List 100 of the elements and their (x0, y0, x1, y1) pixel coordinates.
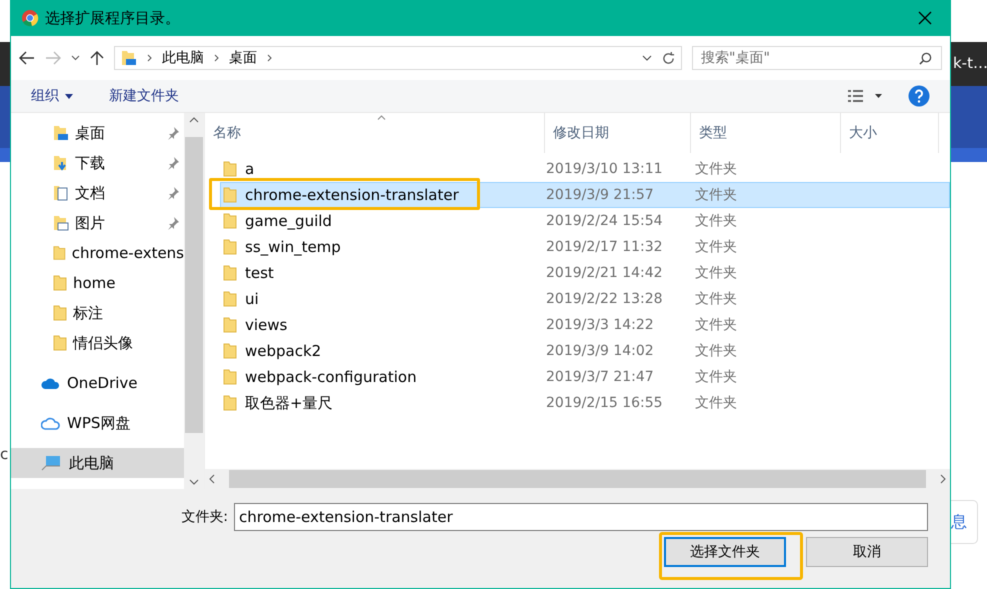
caret-icon (65, 94, 73, 98)
sidebar-item[interactable]: 桌面 (11, 118, 184, 148)
search-field[interactable]: 搜索"桌面" (692, 46, 942, 70)
file-date: 2019/3/9 21:57 (546, 187, 655, 203)
folder-icon (223, 239, 237, 255)
scroll-up-icon[interactable] (189, 117, 199, 123)
scroll-down-icon[interactable] (189, 479, 199, 485)
file-row[interactable]: ui 2019/2/22 13:28 文件夹 (220, 286, 950, 312)
folder-icon (223, 291, 237, 307)
sidebar-item[interactable]: 文档 (11, 178, 184, 208)
folder-icon (223, 265, 237, 281)
breadcrumb[interactable]: 此电脑 (162, 49, 204, 67)
file-type: 文件夹 (695, 238, 738, 256)
sidebar-item[interactable]: 图片 (11, 208, 184, 238)
sidebar-label: 桌面 (75, 124, 105, 142)
sidebar-label: 此电脑 (69, 454, 114, 472)
file-type: 文件夹 (695, 160, 738, 178)
up-arrow-icon[interactable] (90, 50, 104, 66)
chevron-icon (147, 54, 152, 62)
scrollbar[interactable] (184, 113, 204, 489)
file-name: 取色器+量尺 (245, 394, 333, 412)
sidebar-item[interactable]: home (11, 268, 184, 298)
file-row[interactable]: game_guild 2019/2/24 15:54 文件夹 (220, 208, 950, 234)
cancel-button[interactable]: 取消 (806, 537, 928, 567)
refresh-icon[interactable] (662, 52, 675, 64)
file-name: webpack-configuration (245, 368, 417, 386)
file-type: 文件夹 (695, 264, 738, 282)
file-name: ss_win_temp (245, 238, 341, 256)
file-type: 文件夹 (695, 316, 738, 334)
column-header[interactable]: 大小 (841, 113, 939, 153)
sidebar-label: WPS网盘 (67, 414, 130, 432)
sidebar-item[interactable]: 情侣头像 (11, 328, 184, 358)
file-date: 2019/3/3 14:22 (546, 317, 655, 333)
sidebar-item[interactable]: 下载 (11, 148, 184, 178)
folder-icon (223, 187, 237, 203)
folder-icon (223, 317, 237, 333)
file-name: a (245, 160, 254, 178)
window-title: 选择扩展程序目录。 (45, 8, 181, 28)
sidebar-label: 情侣头像 (73, 334, 133, 352)
file-row[interactable]: webpack2 2019/3/9 14:02 文件夹 (220, 338, 950, 364)
sidebar-item[interactable]: WPS网盘 (11, 408, 184, 438)
sidebar-item[interactable]: 标注 (11, 298, 184, 328)
organize-button[interactable]: 组织 (31, 87, 73, 105)
cloud-icon (41, 416, 61, 430)
select-folder-button[interactable]: 选择文件夹 (664, 537, 786, 567)
page-text: k-t… (953, 54, 987, 72)
sidebar-item[interactable]: 此电脑 (11, 448, 184, 478)
document-folder-icon (53, 185, 69, 201)
folder-icon (53, 275, 67, 291)
file-name: ui (245, 290, 259, 308)
file-type: 文件夹 (695, 394, 738, 412)
download-folder-icon (53, 155, 69, 171)
file-type: 文件夹 (695, 186, 738, 204)
sidebar-item[interactable]: OneDrive (11, 368, 184, 398)
column-header[interactable]: 修改日期 (545, 113, 691, 153)
file-name: chrome-extension-translater (245, 186, 459, 204)
file-row[interactable]: webpack-configuration 2019/3/7 21:47 文件夹 (220, 364, 950, 390)
file-date: 2019/2/15 16:55 (546, 395, 664, 411)
page-text: c (0, 445, 8, 463)
file-name: webpack2 (245, 342, 322, 360)
file-date: 2019/2/21 14:42 (546, 265, 664, 281)
dropdown-caret-icon[interactable] (642, 55, 652, 61)
folder-icon (53, 335, 67, 351)
field-label: 文件夹: (181, 508, 228, 526)
file-type: 文件夹 (695, 290, 738, 308)
chevron-icon (267, 54, 272, 62)
file-row[interactable]: a 2019/3/10 13:11 文件夹 (220, 156, 950, 182)
new-folder-button[interactable]: 新建文件夹 (109, 87, 179, 105)
folder-field[interactable]: chrome-extension-translater (234, 503, 928, 531)
cloud-icon (41, 376, 61, 390)
sidebar-label: 标注 (73, 304, 103, 322)
pictures-folder-icon (53, 215, 69, 231)
search-icon (919, 52, 932, 65)
back-arrow-icon[interactable] (19, 51, 35, 65)
folder-icon (223, 369, 237, 385)
scroll-left-icon[interactable] (209, 474, 215, 484)
column-header[interactable]: 名称 (205, 113, 545, 153)
chevron-icon (214, 54, 219, 62)
desktop-folder-icon (53, 125, 69, 141)
close-icon[interactable] (918, 11, 932, 25)
file-date: 2019/3/10 13:11 (546, 161, 664, 177)
file-row[interactable]: ss_win_temp 2019/2/17 11:32 文件夹 (220, 234, 950, 260)
sidebar-label: 图片 (75, 214, 105, 232)
desktop-folder-icon (121, 50, 137, 66)
view-options-icon[interactable] (848, 89, 882, 103)
scrollbar[interactable] (205, 469, 950, 489)
file-date: 2019/2/22 13:28 (546, 291, 664, 307)
scroll-right-icon[interactable] (940, 474, 946, 484)
file-row[interactable]: 取色器+量尺 2019/2/15 16:55 文件夹 (220, 390, 950, 416)
help-icon[interactable] (908, 85, 930, 107)
column-header[interactable]: 类型 (691, 113, 841, 153)
sidebar-label: home (73, 274, 116, 292)
dropdown-caret-icon[interactable] (71, 55, 80, 61)
sidebar-item[interactable]: chrome-extens (11, 238, 184, 268)
file-row[interactable]: views 2019/3/3 14:22 文件夹 (220, 312, 950, 338)
file-row[interactable]: test 2019/2/21 14:42 文件夹 (220, 260, 950, 286)
breadcrumb[interactable]: 桌面 (229, 49, 257, 67)
folder-icon (223, 213, 237, 229)
address-bar[interactable]: 此电脑 桌面 (114, 46, 682, 70)
computer-icon (41, 455, 63, 471)
